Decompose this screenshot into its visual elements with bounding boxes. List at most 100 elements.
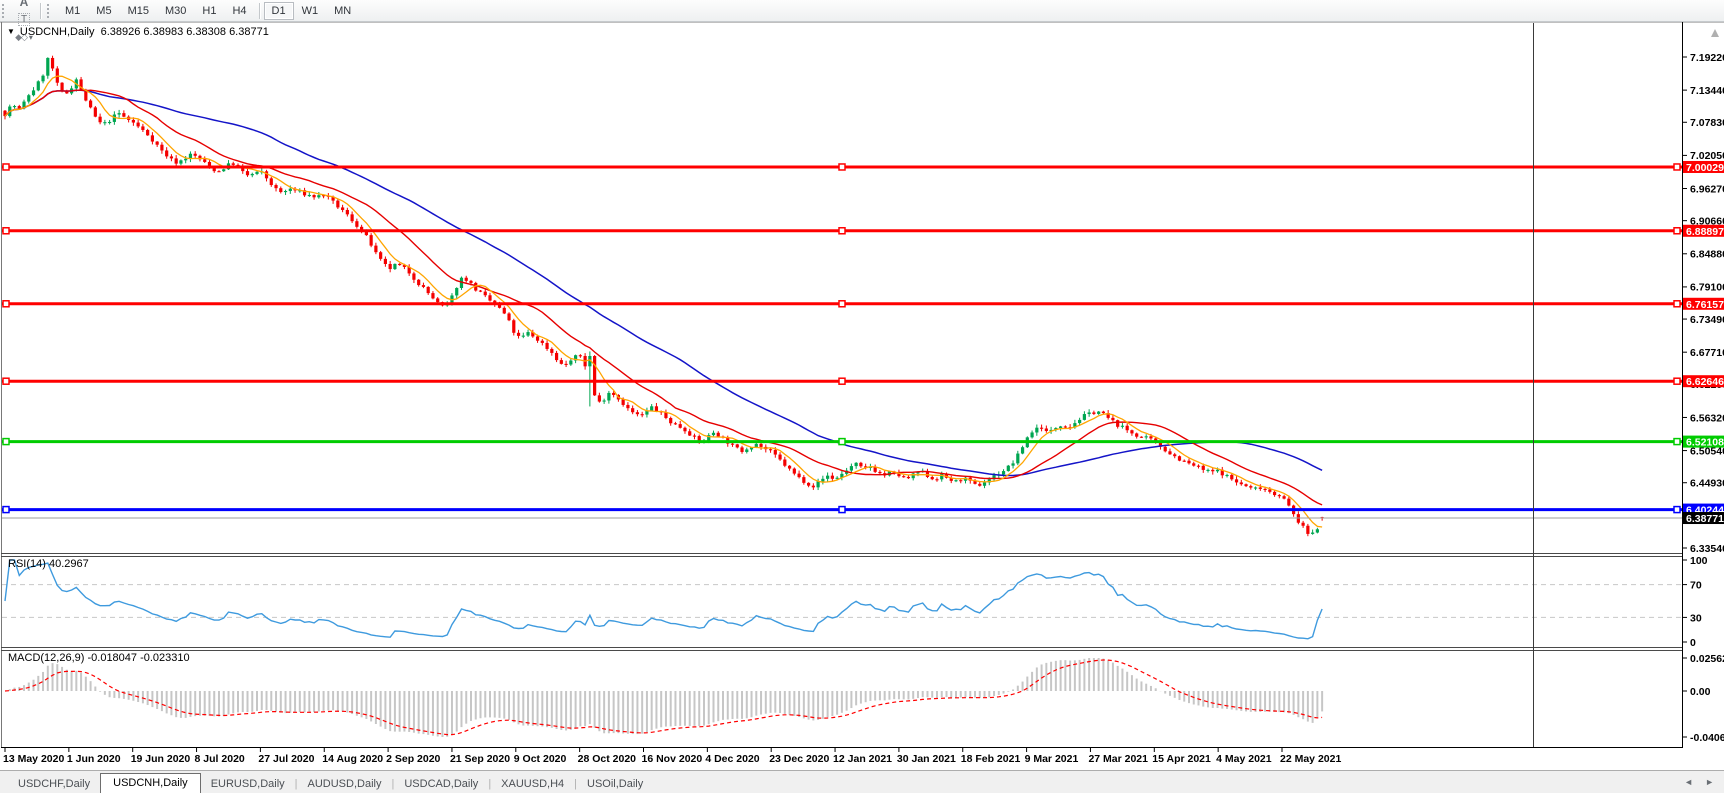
- hline-handle[interactable]: [1673, 163, 1681, 171]
- chart-tab-usdcnh[interactable]: USDCNH,Daily: [100, 773, 201, 793]
- scroll-up-icon[interactable]: [1711, 29, 1719, 37]
- hline-handle[interactable]: [838, 505, 846, 514]
- date-label: 27 Jul 2020: [258, 753, 314, 765]
- chart-tab-audusd[interactable]: AUDUSD,Daily: [298, 775, 392, 793]
- hline-handle[interactable]: [2, 300, 10, 308]
- chart-tab-bar: USDCHF,Daily USDCNH,Daily EURUSD,Daily | AUD…: [0, 770, 1724, 793]
- price-tag-6.76157: 6.76157: [1683, 297, 1724, 311]
- chart-tab-usdcad[interactable]: USDCAD,Daily: [394, 775, 488, 793]
- price-tick-label: 6.44930: [1690, 478, 1724, 490]
- hline-6.88897[interactable]: [2, 227, 1682, 235]
- text-icon[interactable]: T: [12, 11, 36, 29]
- toolbar-grip[interactable]: [2, 3, 8, 18]
- price-tag-6.52108: 6.52108: [1683, 435, 1724, 449]
- hline-handle[interactable]: [1673, 300, 1681, 308]
- svg-text:7.00029: 7.00029: [1686, 162, 1724, 174]
- hline-handle[interactable]: [838, 300, 846, 308]
- date-label: 13 May 2020: [3, 753, 64, 765]
- hline-handle[interactable]: [2, 163, 10, 171]
- date-label: 15 Apr 2021: [1152, 753, 1211, 765]
- price-tick-label: 6.56320: [1690, 412, 1724, 424]
- timeframe-button-h1[interactable]: H1: [194, 2, 224, 20]
- timeframe-button-m30[interactable]: M30: [157, 2, 194, 20]
- candles-layer: [3, 55, 1324, 537]
- macd-tick-label: 0.025623: [1690, 653, 1724, 665]
- toolbar-separator: [258, 2, 260, 19]
- hline-6.62646[interactable]: [2, 377, 1682, 385]
- toolbar-separator: [40, 2, 41, 19]
- macd-axis[interactable]: 0.025623 0.00 -0.04068: [1682, 653, 1724, 744]
- rsi-tick-label: 30: [1690, 612, 1702, 624]
- rsi-tick-label: 100: [1690, 555, 1708, 567]
- label-icon[interactable]: A: [12, 0, 36, 11]
- chart-tabs: USDCHF,Daily USDCNH,Daily EURUSD,Daily | AUD…: [8, 773, 653, 793]
- ma-slow-line: [4, 89, 1323, 477]
- timeframe-button-h4[interactable]: H4: [224, 2, 254, 20]
- hline-6.76157[interactable]: [2, 300, 1682, 308]
- hline-handle[interactable]: [838, 163, 846, 171]
- chart-tab-usdchf[interactable]: USDCHF,Daily: [8, 775, 100, 793]
- toolbar-grip[interactable]: [47, 3, 53, 18]
- rsi-indicator-label: RSI(14) 40.2967: [8, 558, 89, 570]
- date-label: 1 Jun 2020: [67, 753, 121, 765]
- chart-tab-xauusd[interactable]: XAUUSD,H4: [491, 775, 574, 793]
- timeframe-button-m1[interactable]: M1: [57, 2, 88, 20]
- hline-handle[interactable]: [838, 377, 846, 385]
- date-label: 19 Jun 2020: [131, 753, 191, 765]
- hline-handle[interactable]: [2, 377, 10, 385]
- hline-handle[interactable]: [838, 227, 846, 235]
- price-tick-label: 6.96270: [1690, 183, 1724, 195]
- chart-tab-usoil[interactable]: USOil,Daily: [577, 775, 653, 793]
- hline-handle[interactable]: [1673, 505, 1681, 514]
- date-label: 9 Oct 2020: [514, 753, 567, 765]
- timeframe-button-mn[interactable]: MN: [326, 2, 359, 20]
- hline-handle[interactable]: [838, 437, 846, 446]
- metatrader-window: FAT◆◇▾ M1M5M15M30H1H4 D1W1MN ▼USDCNH,Dail…: [0, 0, 1724, 793]
- price-tag-7.00029: 7.00029: [1683, 160, 1724, 174]
- date-label: 16 Nov 2020: [642, 753, 703, 765]
- timeframe-button-d1[interactable]: D1: [263, 1, 294, 20]
- macd-indicator-label: MACD(12,26,9) -0.018047 -0.023310: [8, 652, 190, 664]
- timeframes-group: M1 M5 M15 M30 H1 H4 D1 W1 MN: [57, 1, 359, 20]
- hline-handle[interactable]: [2, 505, 10, 514]
- tabs-scroll-right-icon[interactable]: ►: [1705, 777, 1714, 787]
- chart-tab-eurusd[interactable]: EURUSD,Daily: [201, 775, 295, 793]
- rsi-line: [4, 559, 1323, 640]
- price-tick-label: 7.02050: [1690, 150, 1724, 162]
- rsi-tick-label: 0: [1690, 637, 1696, 649]
- timeframe-button-m5[interactable]: M5: [88, 2, 119, 20]
- hline-handle[interactable]: [2, 437, 10, 446]
- rsi-axis[interactable]: 100 70 30 0: [1682, 555, 1708, 649]
- date-label: 12 Jan 2021: [833, 753, 892, 765]
- toolbar: FAT◆◇▾ M1M5M15M30H1H4D1W1MN: [0, 0, 1724, 42]
- svg-text:6.38771: 6.38771: [1686, 513, 1724, 525]
- hline-6.40244[interactable]: [2, 505, 1682, 514]
- macd-values: -0.018047 -0.023310: [87, 652, 190, 664]
- macd-signal-line: [4, 659, 1323, 736]
- timeframe-button-m15[interactable]: M15: [120, 2, 157, 20]
- date-label: 4 Dec 2020: [705, 753, 759, 765]
- chart-canvas[interactable]: 7.192207.134407.078307.020506.962706.906…: [0, 0, 1724, 770]
- hline-6.52108[interactable]: [2, 437, 1682, 446]
- date-axis[interactable]: 13 May 2020 1 Jun 2020 19 Jun 2020 8 Jul 20…: [3, 748, 1341, 765]
- price-tick-label: 6.33540: [1690, 543, 1724, 555]
- price-tick-label: 6.67710: [1690, 347, 1724, 359]
- date-label: 18 Feb 2021: [961, 753, 1021, 765]
- date-label: 4 May 2021: [1216, 753, 1272, 765]
- macd-histogram: [8, 657, 1324, 738]
- ohlc-values: 6.38926 6.38983 6.38308 6.38771: [100, 26, 269, 38]
- timeframe-button-w1[interactable]: W1: [294, 2, 327, 20]
- tabs-scroll-left-icon[interactable]: ◄: [1684, 777, 1693, 787]
- macd-tick-label: -0.04068: [1690, 732, 1724, 744]
- price-tick-label: 7.07830: [1690, 117, 1724, 129]
- hline-handle[interactable]: [1673, 377, 1681, 385]
- panel-borders: [0, 22, 1724, 748]
- hline-handle[interactable]: [1673, 437, 1681, 446]
- rsi-value: 40.2967: [48, 558, 89, 570]
- date-label: 2 Sep 2020: [386, 753, 440, 765]
- hline-handle[interactable]: [1673, 227, 1681, 235]
- date-label: 23 Dec 2020: [769, 753, 829, 765]
- hline-handle[interactable]: [2, 227, 10, 235]
- shapes-icon[interactable]: ◆◇ ▾: [12, 29, 36, 47]
- date-label: 9 Mar 2021: [1025, 753, 1079, 765]
